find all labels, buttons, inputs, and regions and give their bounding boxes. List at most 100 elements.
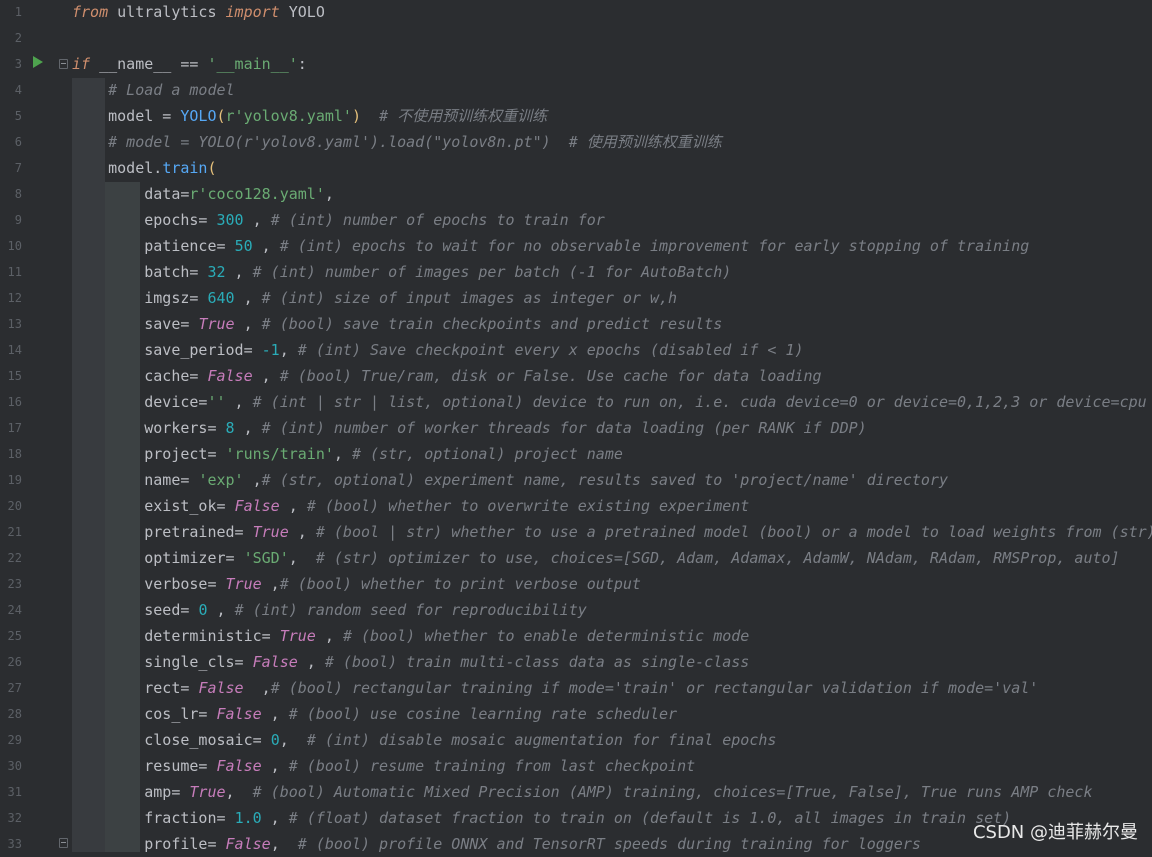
code-token: # (str, optional) project name xyxy=(351,445,623,463)
code-line[interactable]: seed= 0 , # (int) random seed for reprod… xyxy=(72,597,587,623)
code-token: , xyxy=(333,445,352,463)
code-line[interactable]: resume= False , # (bool) resume training… xyxy=(72,753,695,779)
code-token: '__main__' xyxy=(207,55,298,73)
code-token: r'yolov8.yaml' xyxy=(225,107,352,125)
code-line[interactable]: batch= 32 , # (int) number of images per… xyxy=(72,259,731,285)
line-number-gutter[interactable]: 1 2 3 4 5 6 7 8 9 10 11 12 13 14 15 16 17 18 19 20 21 22 23 24 2… xyxy=(0,0,72,852)
code-token: name= xyxy=(72,471,199,489)
code-line[interactable]: patience= 50 , # (int) epochs to wait fo… xyxy=(72,233,1029,259)
code-line[interactable]: pretrained= True , # (bool | str) whethe… xyxy=(72,519,1152,545)
code-token: # (int) Save checkpoint every x epochs (… xyxy=(297,341,804,359)
code-line[interactable]: # Load a model xyxy=(72,77,234,103)
code-token: # (bool) rectangular training if mode='t… xyxy=(270,679,1039,697)
line-number: 26 xyxy=(7,655,22,669)
code-line[interactable]: fraction= 1.0 , # (float) dataset fracti… xyxy=(72,805,1011,831)
code-token: , xyxy=(261,809,289,827)
code-line[interactable]: # model = YOLO(r'yolov8.yaml').load("yol… xyxy=(72,129,722,155)
code-token: optimizer= xyxy=(72,549,244,567)
code-token: # (bool) whether to print verbose output xyxy=(279,575,641,593)
code-token: , xyxy=(288,523,316,541)
code-token: , xyxy=(225,783,253,801)
code-line[interactable]: imgsz= 640 , # (int) size of input image… xyxy=(72,285,677,311)
code-token: # (bool | str) whether to use a pretrain… xyxy=(315,523,1152,541)
line-number: 28 xyxy=(7,707,22,721)
code-token: epochs= xyxy=(72,211,217,229)
line-number: 11 xyxy=(7,265,22,279)
code-line[interactable]: close_mosaic= 0, # (int) disable mosaic … xyxy=(72,727,776,753)
code-token: 300 xyxy=(216,211,244,229)
code-token: , xyxy=(261,757,289,775)
code-token: r'coco128.yaml' xyxy=(189,185,325,203)
code-token: seed= xyxy=(72,601,199,619)
line-number: 14 xyxy=(7,343,22,357)
line-number: 20 xyxy=(7,499,22,513)
code-token: : xyxy=(297,55,307,73)
line-number: 6 xyxy=(14,135,22,149)
code-token: batch= xyxy=(72,263,208,281)
code-token: # 不使用预训练权重训练 xyxy=(379,107,548,125)
line-number: 12 xyxy=(7,291,22,305)
line-number: 32 xyxy=(7,811,22,825)
code-line[interactable]: from ultralytics import YOLO xyxy=(72,0,325,25)
code-line[interactable]: if __name__ == '__main__': xyxy=(72,51,307,77)
code-line[interactable]: single_cls= False , # (bool) train multi… xyxy=(72,649,749,675)
code-line[interactable]: model = YOLO(r'yolov8.yaml') # 不使用预训练权重训… xyxy=(72,103,547,129)
code-line[interactable]: name= 'exp' ,# (str, optional) experimen… xyxy=(72,467,948,493)
code-token: -1 xyxy=(261,341,280,359)
code-token: , xyxy=(243,211,271,229)
fold-icon[interactable] xyxy=(59,59,68,69)
code-line[interactable]: project= 'runs/train', # (str, optional)… xyxy=(72,441,623,467)
code-line[interactable]: save= True , # (bool) save train checkpo… xyxy=(72,311,722,337)
code-line[interactable]: epochs= 300 , # (int) number of epochs t… xyxy=(72,207,605,233)
code-token: # (int) number of images per batch (-1 f… xyxy=(252,263,732,281)
code-line[interactable]: amp= True, # (bool) Automatic Mixed Prec… xyxy=(72,779,1092,805)
line-number: 5 xyxy=(14,109,22,123)
code-line[interactable]: cache= False , # (bool) True/ram, disk o… xyxy=(72,363,821,389)
code-token: ( xyxy=(207,159,217,177)
code-token: # (int | str | list, optional) device to… xyxy=(252,393,1147,411)
run-icon[interactable] xyxy=(33,56,43,68)
code-line[interactable]: profile= False, # (bool) profile ONNX an… xyxy=(72,831,921,857)
code-token: ) xyxy=(351,107,361,125)
code-token: False xyxy=(207,367,253,385)
code-line[interactable]: cos_lr= False , # (bool) use cosine lear… xyxy=(72,701,677,727)
code-line[interactable]: device='' , # (int | str | list, optiona… xyxy=(72,389,1147,415)
code-token: True xyxy=(279,627,316,645)
code-line[interactable]: workers= 8 , # (int) number of worker th… xyxy=(72,415,866,441)
code-token: train xyxy=(162,159,208,177)
code-token: model. xyxy=(72,159,163,177)
code-line[interactable]: data=r'coco128.yaml', xyxy=(72,181,334,207)
code-token: '' xyxy=(207,393,226,411)
code-token: False xyxy=(198,679,244,697)
code-token: __name__ == xyxy=(90,55,208,73)
code-token: patience= xyxy=(72,237,235,255)
code-token: True xyxy=(189,783,226,801)
code-token: # (int) size of input images as integer … xyxy=(261,289,678,307)
fold-icon[interactable] xyxy=(59,838,68,848)
code-token: True xyxy=(198,315,235,333)
code-token: , xyxy=(261,575,280,593)
code-token: 'exp' xyxy=(198,471,244,489)
code-token: # (str, optional) experiment name, resul… xyxy=(261,471,948,489)
code-token: rect= xyxy=(72,679,199,697)
code-token: , xyxy=(243,679,271,697)
code-token: # (bool) resume training from last check… xyxy=(288,757,696,775)
code-line[interactable]: optimizer= 'SGD', # (str) optimizer to u… xyxy=(72,545,1119,571)
code-line[interactable]: deterministic= True , # (bool) whether t… xyxy=(72,623,749,649)
code-token: , xyxy=(315,627,343,645)
code-token: cos_lr= xyxy=(72,705,217,723)
code-token: 1.0 xyxy=(234,809,262,827)
line-number: 24 xyxy=(7,603,22,617)
line-number: 16 xyxy=(7,395,22,409)
line-number: 17 xyxy=(7,421,22,435)
code-token: amp= xyxy=(72,783,190,801)
code-line[interactable]: model.train( xyxy=(72,155,217,181)
code-token: imgsz= xyxy=(72,289,208,307)
code-editor[interactable]: 1 2 3 4 5 6 7 8 9 10 11 12 13 14 15 16 17 18 19 20 21 22 23 24 2… xyxy=(0,0,1152,853)
code-line[interactable]: rect= False ,# (bool) rectangular traini… xyxy=(72,675,1038,701)
code-line[interactable]: exist_ok= False , # (bool) whether to ov… xyxy=(72,493,749,519)
code-line[interactable]: save_period= -1, # (int) Save checkpoint… xyxy=(72,337,804,363)
code-line[interactable]: verbose= True ,# (bool) whether to print… xyxy=(72,571,641,597)
code-token: resume= xyxy=(72,757,217,775)
